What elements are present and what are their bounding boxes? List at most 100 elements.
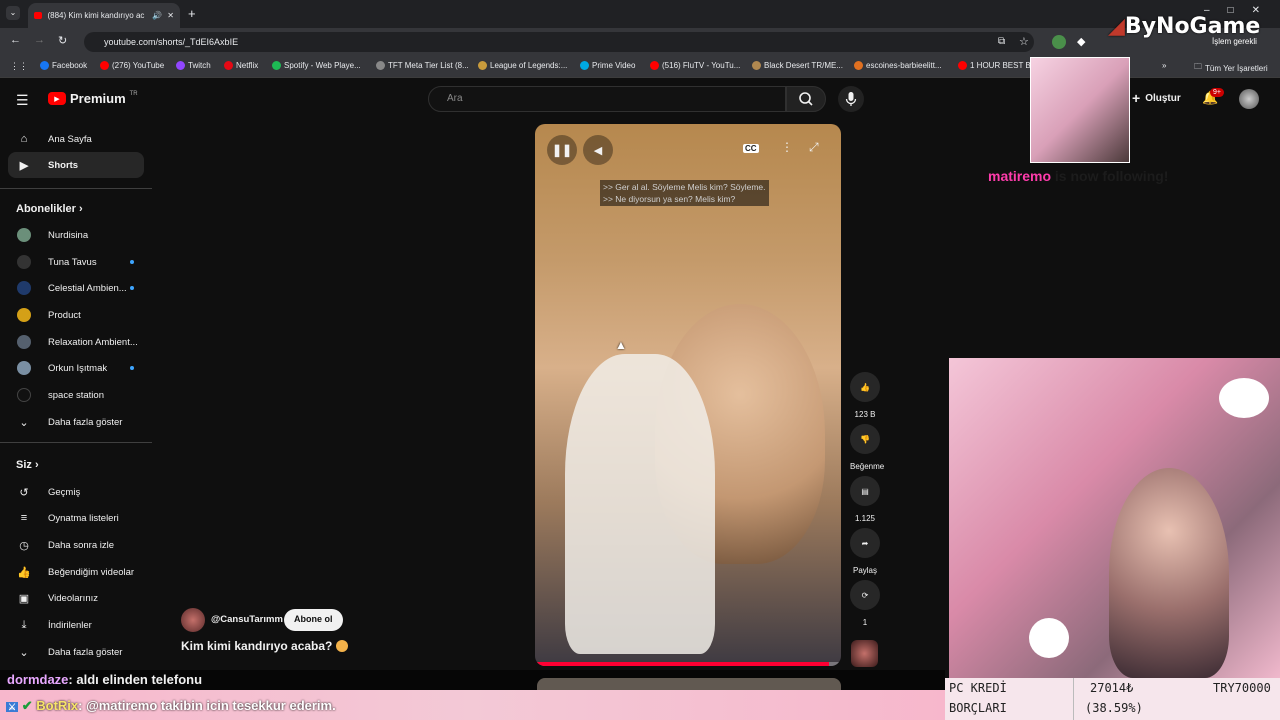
progress-bar[interactable]: [535, 662, 841, 666]
voice-search-button[interactable]: [838, 86, 864, 112]
tab-title: (884) Kim kimi kandırıyo ac: [47, 11, 145, 20]
share-icon: ➦: [850, 528, 880, 558]
sidebar-item-home[interactable]: ⌂ Ana Sayfa: [8, 126, 144, 152]
sidebar-item-watch-later[interactable]: ◷ Daha sonra izle: [8, 532, 144, 558]
divider: [1073, 678, 1074, 720]
bookmark-item[interactable]: 1 HOUR BEST BI: [958, 61, 1033, 70]
bookmark-item[interactable]: League of Legends:...: [478, 61, 567, 70]
hello-kitty-sticker: [1029, 618, 1069, 658]
sidebar-item-subscription[interactable]: Nurdisina: [8, 222, 144, 248]
channel-name[interactable]: @CansuTarımm: [211, 614, 283, 625]
league-icon: [478, 61, 487, 70]
sidebar-show-more[interactable]: ⌄ Daha fazla göster: [8, 409, 144, 435]
bookmark-item[interactable]: Twitch: [176, 61, 211, 70]
extension-icon[interactable]: [1052, 35, 1066, 49]
black-desert-icon: [752, 61, 761, 70]
channel-avatar: [17, 335, 31, 349]
thumbs-up-icon: 👍: [850, 372, 880, 402]
channel-avatar: [17, 388, 31, 402]
url-field[interactable]: youtube.com/shorts/_TdEI6AxbIE: [84, 32, 1034, 52]
sidebar-item-subscription[interactable]: space station: [8, 382, 144, 408]
bookmark-item[interactable]: Spotify - Web Playe...: [272, 61, 361, 70]
account-avatar[interactable]: [1239, 89, 1259, 109]
pause-button[interactable]: ❚❚: [547, 135, 577, 165]
comment-icon: ▤: [850, 476, 880, 506]
search-input[interactable]: Ara: [428, 86, 786, 112]
captions-icon[interactable]: CC: [743, 144, 759, 153]
short-video-player[interactable]: ❚❚ ◀ CC ⋮ ⤢ >> Ger al al. Söyleme Melis …: [535, 124, 841, 666]
site-icon: [854, 61, 863, 70]
channel-avatar: [17, 308, 31, 322]
new-content-dot: [130, 286, 134, 290]
all-bookmarks[interactable]: 🗀 Tüm Yer İşaretleri: [1194, 61, 1268, 75]
sidebar-item-subscription[interactable]: Celestial Ambien...: [8, 275, 144, 301]
comments-action[interactable]: ▤ 1.125: [850, 476, 880, 523]
thumbs-down-icon: 👎: [850, 424, 880, 454]
bookmark-item[interactable]: (516) FluTV - YouTu...: [650, 61, 740, 70]
notification-badge: 9+: [1210, 88, 1224, 97]
more-options-icon[interactable]: ⋮: [781, 140, 793, 154]
verified-badge-icon: ✔: [21, 698, 33, 713]
create-button[interactable]: + Oluştur: [1132, 90, 1181, 106]
sidebar-item-subscription[interactable]: Orkun Işıtmak: [8, 355, 144, 381]
sidebar-item-shorts[interactable]: ▶ Shorts: [8, 152, 144, 178]
channel-avatar[interactable]: [181, 608, 205, 632]
sidebar-item-your-videos[interactable]: ▣ Videolarınız: [8, 585, 144, 611]
install-icon[interactable]: ⧉: [998, 36, 1005, 47]
search-button[interactable]: [786, 86, 826, 112]
new-tab-icon[interactable]: +: [188, 6, 196, 21]
bookmark-star-icon[interactable]: ☆: [1019, 35, 1029, 48]
browser-tab[interactable]: (884) Kim kimi kandırıyo ac 🔊 ✕: [28, 3, 180, 28]
bookmark-item[interactable]: Netflix: [224, 61, 258, 70]
channel-avatar: [17, 361, 31, 375]
sidebar-item-subscription[interactable]: Relaxation Ambient...: [8, 329, 144, 355]
history-icon: ↺: [19, 486, 29, 499]
playlists-icon: ≡: [20, 512, 28, 524]
sidebar-show-more[interactable]: ⌄ Daha fazla göster: [8, 639, 144, 665]
bookmark-item[interactable]: escoines-barbieelitt...: [854, 61, 942, 70]
tab-close-icon[interactable]: ✕: [167, 11, 174, 20]
remix-action[interactable]: ⟳ 1: [850, 580, 880, 627]
fullscreen-icon[interactable]: ⤢: [809, 140, 819, 155]
sidebar-item-history[interactable]: ↺ Geçmiş: [8, 479, 144, 505]
emoji-icon: [336, 640, 349, 652]
subscribe-button[interactable]: Abone ol: [284, 609, 343, 631]
like-action[interactable]: 👍 123 B: [850, 372, 880, 419]
video-frame-shirt: [565, 354, 715, 654]
dislike-action[interactable]: 👎 Beğenme: [850, 424, 884, 471]
sidebar-item-downloads[interactable]: ⤓ İndirilenler: [8, 612, 144, 638]
more-bookmarks-icon[interactable]: »: [1162, 61, 1166, 70]
webcam-person: [1109, 468, 1229, 678]
subscriptions-header[interactable]: Abonelikler ›: [16, 203, 83, 215]
bookmark-item[interactable]: Prime Video: [580, 61, 635, 70]
chevron-down-icon: ⌄: [19, 646, 29, 659]
share-action[interactable]: ➦ Paylaş: [850, 528, 880, 575]
tab-list-icon[interactable]: ⌄: [6, 6, 20, 20]
speaker-icon[interactable]: 🔊: [152, 11, 162, 20]
sidebar-item-playlists[interactable]: ≡ Oynatma listeleri: [8, 505, 144, 531]
sidebar-item-liked-videos[interactable]: 👍 Beğendiğim videolar: [8, 559, 144, 585]
twitch-icon: [176, 61, 185, 70]
prime-video-icon: [580, 61, 589, 70]
moderator-badge-icon: ⚔: [6, 702, 19, 712]
extension-icon[interactable]: ◆: [1077, 35, 1085, 48]
mouse-cursor-icon: ▲: [615, 338, 627, 352]
back-icon[interactable]: ←: [10, 34, 21, 46]
sound-thumbnail[interactable]: [851, 640, 878, 667]
bookmark-item[interactable]: Black Desert TR/ME...: [752, 61, 843, 70]
forward-icon[interactable]: →: [34, 34, 45, 46]
apps-icon[interactable]: ⋮⋮: [10, 61, 28, 72]
chevron-right-icon: ›: [34, 459, 39, 471]
reload-icon[interactable]: ↻: [58, 34, 67, 47]
volume-button[interactable]: ◀: [583, 135, 613, 165]
plus-icon: +: [1132, 90, 1141, 106]
bookmark-item[interactable]: Facebook: [40, 61, 87, 70]
sidebar-item-subscription[interactable]: Tuna Tavus: [8, 249, 144, 275]
chat-message: dormdaze: aldı elinden telefonu: [0, 670, 945, 690]
you-header[interactable]: Siz ›: [16, 459, 39, 471]
hello-kitty-sticker: [1219, 378, 1269, 418]
bookmark-item[interactable]: TFT Meta Tier List (8...: [376, 61, 469, 70]
short-title-row: Kim kimi kandırıyo acaba?: [181, 639, 349, 653]
sidebar-item-subscription[interactable]: Product: [8, 302, 144, 328]
bookmark-item[interactable]: (276) YouTube: [100, 61, 164, 70]
